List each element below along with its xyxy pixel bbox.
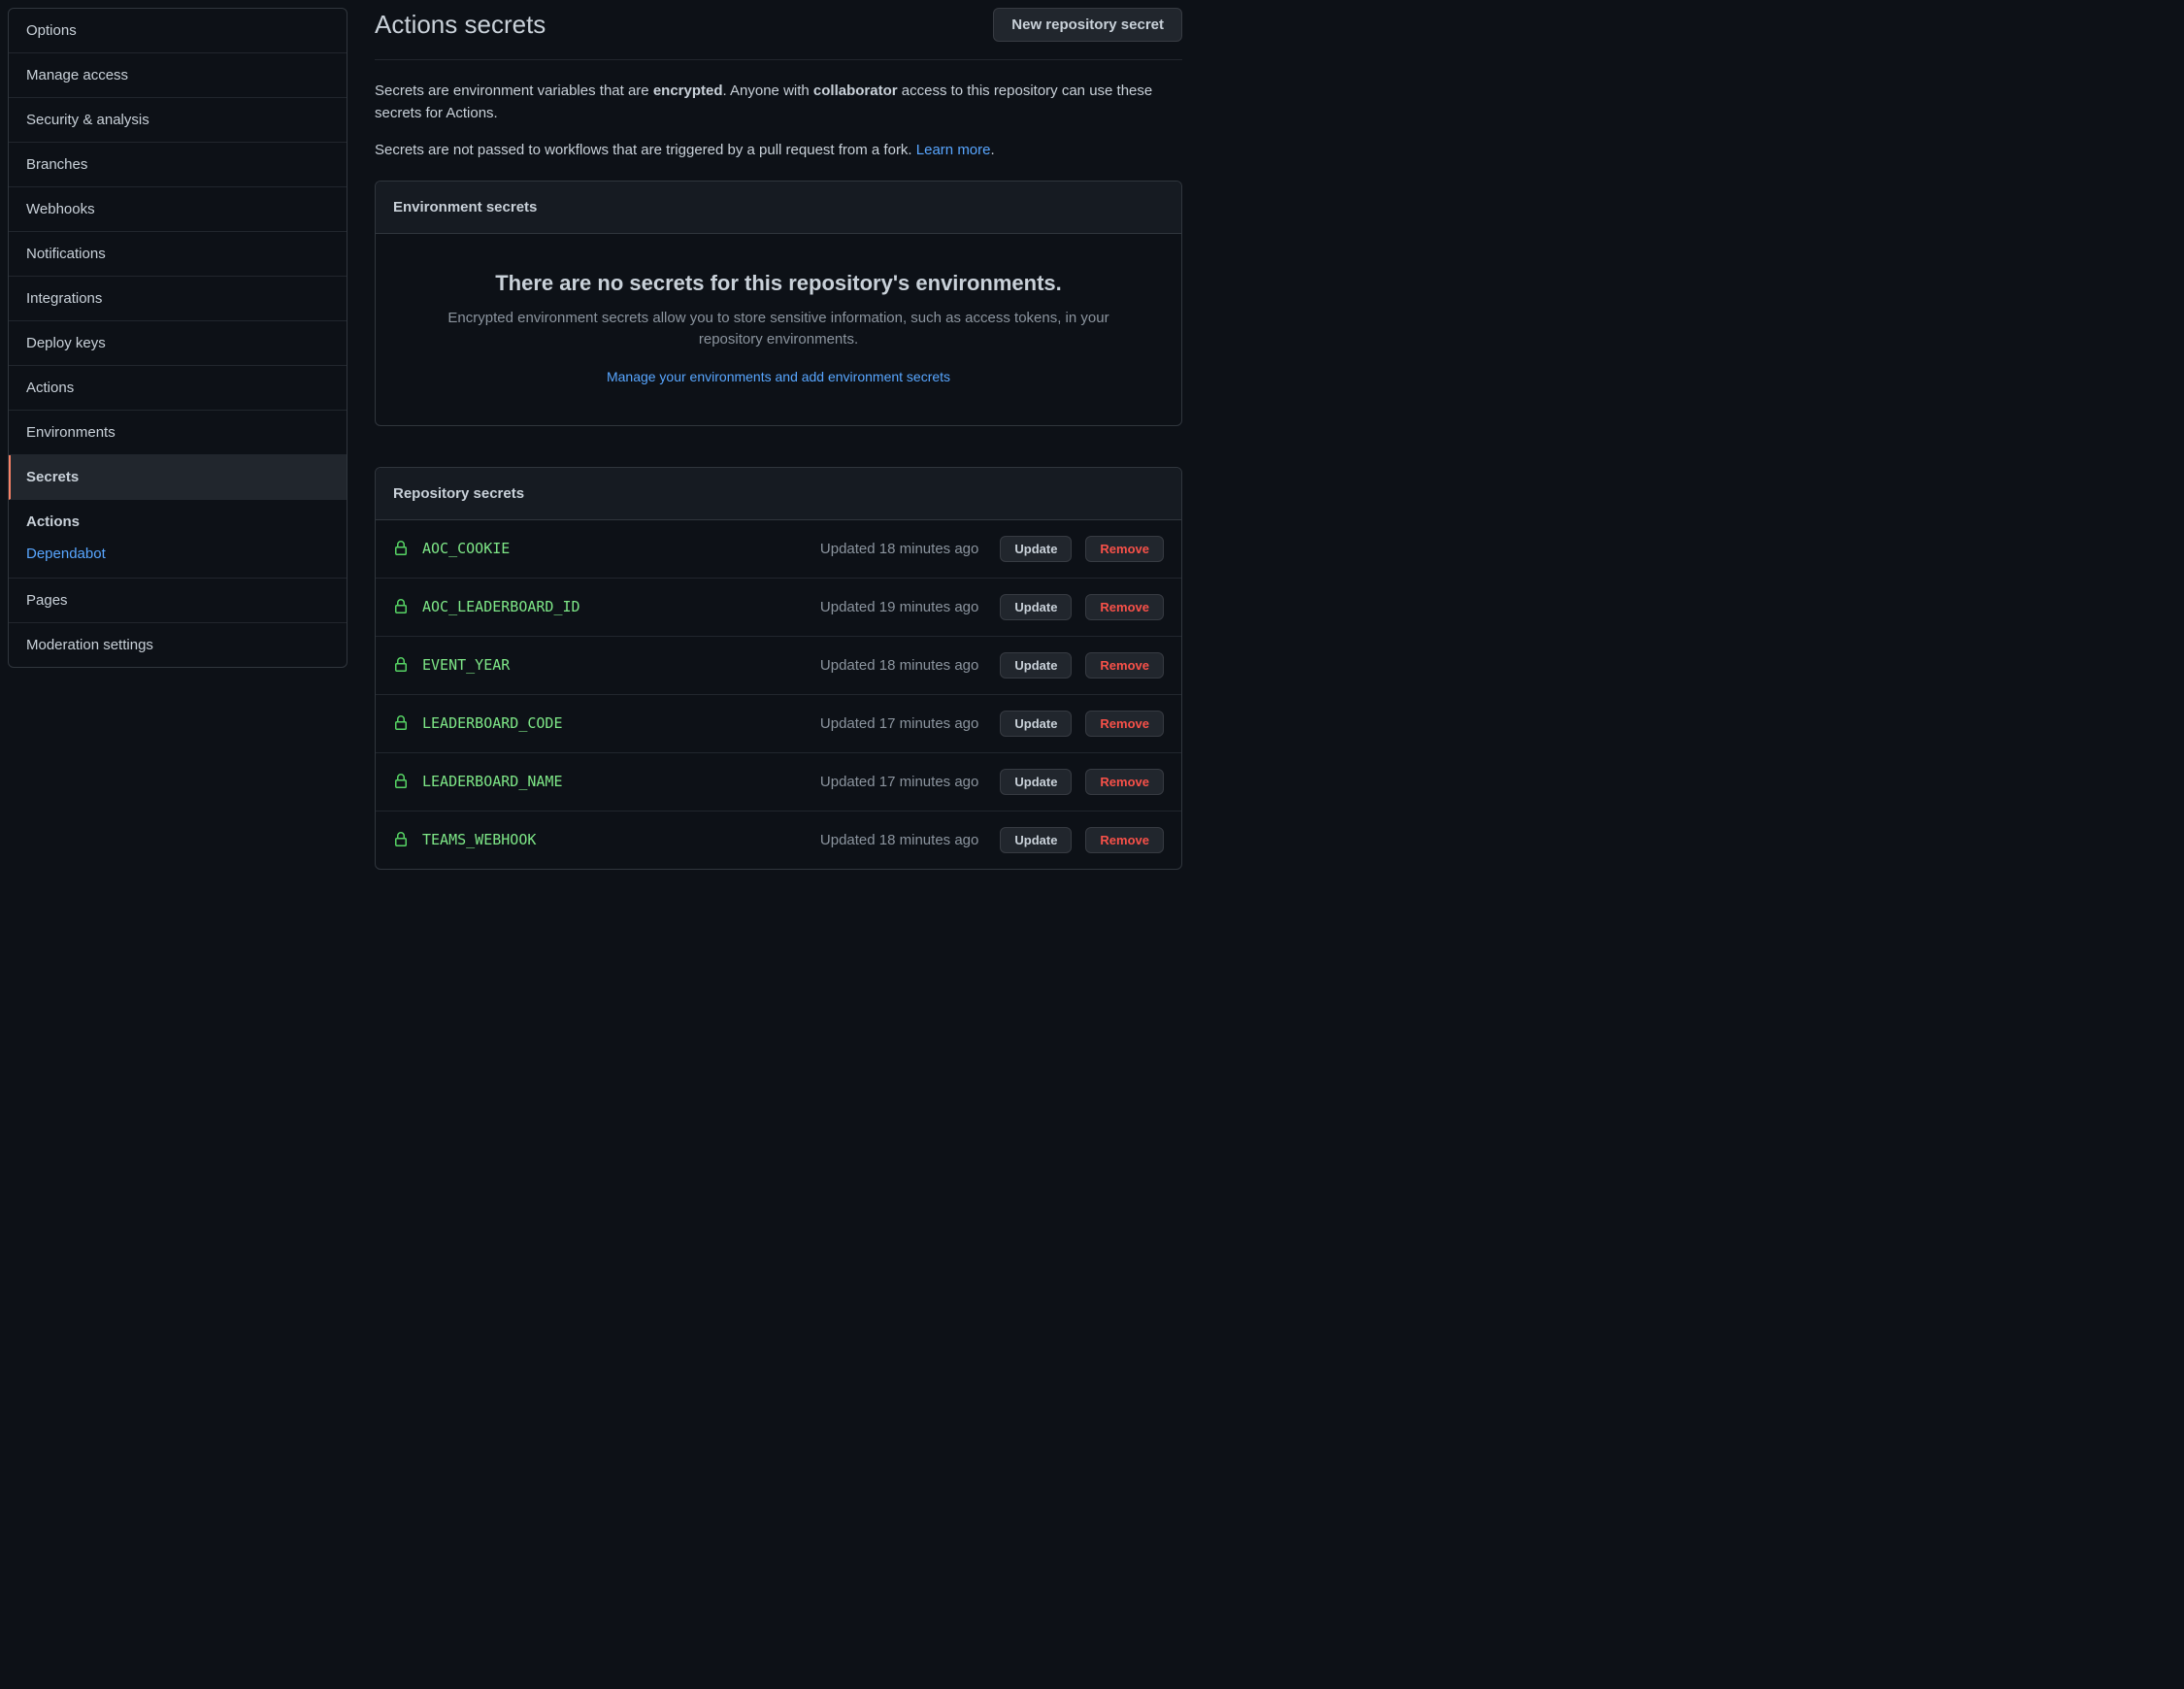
secret-name[interactable]: LEADERBOARD_NAME bbox=[422, 773, 563, 790]
secret-updated: Updated 18 minutes ago bbox=[820, 832, 978, 848]
lock-icon bbox=[393, 657, 409, 673]
sidebar-item-deploy-keys[interactable]: Deploy keys bbox=[9, 321, 347, 366]
update-secret-button[interactable]: Update bbox=[1000, 594, 1072, 620]
page-header: Actions secrets New repository secret bbox=[375, 8, 1182, 60]
environment-secrets-header: Environment secrets bbox=[376, 182, 1181, 234]
remove-secret-button[interactable]: Remove bbox=[1085, 769, 1164, 795]
sidebar-item-pages[interactable]: Pages bbox=[9, 579, 347, 623]
update-secret-button[interactable]: Update bbox=[1000, 769, 1072, 795]
secret-updated: Updated 19 minutes ago bbox=[820, 599, 978, 615]
env-empty-title: There are no secrets for this repository… bbox=[414, 271, 1142, 296]
update-secret-button[interactable]: Update bbox=[1000, 711, 1072, 737]
sidebar-item-secrets[interactable]: Secrets bbox=[9, 455, 347, 500]
sidebar-item-options[interactable]: Options bbox=[9, 9, 347, 53]
environment-secrets-panel: Environment secrets There are no secrets… bbox=[375, 181, 1182, 426]
sidebar-item-actions[interactable]: Actions bbox=[9, 366, 347, 411]
secret-name[interactable]: TEAMS_WEBHOOK bbox=[422, 831, 536, 848]
remove-secret-button[interactable]: Remove bbox=[1085, 827, 1164, 853]
sidebar-item-webhooks[interactable]: Webhooks bbox=[9, 187, 347, 232]
environment-secrets-empty: There are no secrets for this repository… bbox=[376, 234, 1181, 425]
secret-name[interactable]: AOC_LEADERBOARD_ID bbox=[422, 598, 580, 615]
update-secret-button[interactable]: Update bbox=[1000, 652, 1072, 679]
secret-name[interactable]: AOC_COOKIE bbox=[422, 540, 510, 557]
sidebar-subheader-actions[interactable]: Actions bbox=[26, 513, 329, 530]
lock-icon bbox=[393, 832, 409, 847]
secret-name[interactable]: LEADERBOARD_CODE bbox=[422, 714, 563, 732]
sidebar-item-notifications[interactable]: Notifications bbox=[9, 232, 347, 277]
secret-row: EVENT_YEAR Updated 18 minutes ago Update Re… bbox=[376, 637, 1181, 695]
sidebar-secrets-subgroup: Actions Dependabot bbox=[9, 500, 347, 579]
secret-updated: Updated 18 minutes ago bbox=[820, 541, 978, 557]
secret-row: AOC_LEADERBOARD_ID Updated 19 minutes ago… bbox=[376, 579, 1181, 637]
secret-row: LEADERBOARD_CODE Updated 17 minutes ago Up… bbox=[376, 695, 1181, 753]
learn-more-link[interactable]: Learn more bbox=[916, 142, 991, 158]
sidebar-item-moderation-settings[interactable]: Moderation settings bbox=[9, 623, 347, 667]
env-empty-desc: Encrypted environment secrets allow you … bbox=[414, 308, 1142, 351]
repository-secrets-panel: Repository secrets AOC_COOKIE Updated 18 … bbox=[375, 467, 1182, 870]
remove-secret-button[interactable]: Remove bbox=[1085, 711, 1164, 737]
sidebar-item-integrations[interactable]: Integrations bbox=[9, 277, 347, 321]
settings-sidebar: Options Manage access Security & analysi… bbox=[8, 8, 347, 668]
repository-secrets-header: Repository secrets bbox=[376, 468, 1181, 520]
lock-icon bbox=[393, 541, 409, 556]
sidebar-item-manage-access[interactable]: Manage access bbox=[9, 53, 347, 98]
page-title: Actions secrets bbox=[375, 10, 546, 40]
remove-secret-button[interactable]: Remove bbox=[1085, 652, 1164, 679]
manage-environments-link[interactable]: Manage your environments and add environ… bbox=[607, 369, 950, 384]
sidebar-item-branches[interactable]: Branches bbox=[9, 143, 347, 187]
secret-row: LEADERBOARD_NAME Updated 17 minutes ago Up… bbox=[376, 753, 1181, 811]
secret-name[interactable]: EVENT_YEAR bbox=[422, 656, 510, 674]
secret-updated: Updated 17 minutes ago bbox=[820, 715, 978, 732]
secret-row: TEAMS_WEBHOOK Updated 18 minutes ago Updat… bbox=[376, 811, 1181, 869]
lock-icon bbox=[393, 599, 409, 614]
repository-secrets-list: AOC_COOKIE Updated 18 minutes ago Update Re… bbox=[376, 520, 1181, 869]
secret-updated: Updated 18 minutes ago bbox=[820, 657, 978, 674]
secret-updated: Updated 17 minutes ago bbox=[820, 774, 978, 790]
sidebar-item-environments[interactable]: Environments bbox=[9, 411, 347, 455]
description-fork: Secrets are not passed to workflows that… bbox=[375, 139, 1182, 161]
remove-secret-button[interactable]: Remove bbox=[1085, 594, 1164, 620]
secret-row: AOC_COOKIE Updated 18 minutes ago Update Re… bbox=[376, 520, 1181, 579]
description-encrypted: Secrets are environment variables that a… bbox=[375, 80, 1182, 125]
sidebar-item-security-analysis[interactable]: Security & analysis bbox=[9, 98, 347, 143]
new-repository-secret-button[interactable]: New repository secret bbox=[993, 8, 1182, 42]
main-content: Actions secrets New repository secret Se… bbox=[347, 8, 1182, 1681]
sidebar-sublink-dependabot[interactable]: Dependabot bbox=[26, 540, 329, 568]
remove-secret-button[interactable]: Remove bbox=[1085, 536, 1164, 562]
lock-icon bbox=[393, 715, 409, 731]
update-secret-button[interactable]: Update bbox=[1000, 536, 1072, 562]
lock-icon bbox=[393, 774, 409, 789]
update-secret-button[interactable]: Update bbox=[1000, 827, 1072, 853]
